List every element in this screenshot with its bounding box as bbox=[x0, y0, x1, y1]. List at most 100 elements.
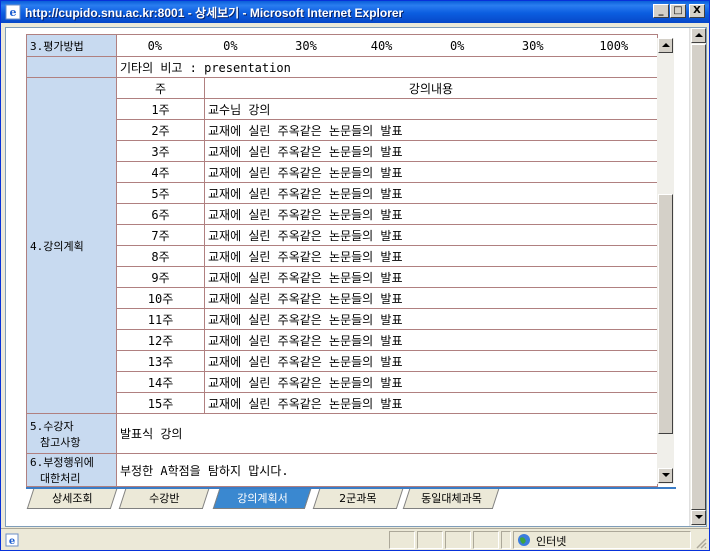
plan-label: 4.강의계획 bbox=[26, 77, 117, 414]
content-cell: 교재에 실린 주옥같은 논문들의 발표 bbox=[204, 224, 658, 246]
misconduct-label: 6.부정행위에 대한처리 bbox=[26, 453, 117, 487]
plan-row: 3주 교재에 실린 주옥같은 논문들의 발표 bbox=[27, 140, 658, 162]
misconduct-row: 6.부정행위에 대한처리 부정한 A학점을 탐하지 맙시다. bbox=[26, 453, 658, 487]
status-bar: e 인터넷 bbox=[1, 528, 709, 550]
window-title: http://cupido.snu.ac.kr:8001 - 상세보기 - Mi… bbox=[25, 6, 404, 20]
zone-cell: 인터넷 bbox=[513, 531, 691, 549]
minimize-button[interactable]: _ bbox=[653, 4, 669, 18]
plan-row: 14주 교재에 실린 주옥같은 논문들의 발표 bbox=[27, 371, 658, 393]
week-cell: 12주 bbox=[116, 329, 205, 351]
maximize-button[interactable]: □ bbox=[670, 4, 686, 18]
resize-grip-icon[interactable] bbox=[695, 537, 707, 549]
scroll-down-icon bbox=[662, 473, 670, 477]
week-cell: 13주 bbox=[116, 350, 205, 372]
evaluation-note: 기타의 비고 : presentation bbox=[116, 56, 658, 78]
content-cell: 교재에 실린 주옥같은 논문들의 발표 bbox=[204, 350, 658, 372]
svg-text:e: e bbox=[10, 6, 17, 19]
plan-header-row: 4.강의계획 주 강의내용 bbox=[26, 77, 658, 414]
tab-group2[interactable]: 2군과목 bbox=[312, 489, 404, 509]
week-cell: 11주 bbox=[116, 308, 205, 330]
scroll-up-icon bbox=[662, 43, 670, 47]
content-cell: 교재에 실린 주옥같은 논문들의 발표 bbox=[204, 392, 658, 414]
plan-row: 5주 교재에 실린 주옥같은 논문들의 발표 bbox=[27, 182, 658, 204]
notes-row: 5.수강자 참고사항 발표식 강의 bbox=[26, 413, 658, 454]
content-cell: 교재에 실린 주옥같은 논문들의 발표 bbox=[204, 266, 658, 288]
tab-bar: 상세조회 수강반 강의계획서 2군과목 동일대체과목 bbox=[26, 487, 676, 509]
tab-detail[interactable]: 상세조회 bbox=[26, 489, 118, 509]
status-cell bbox=[389, 531, 415, 549]
week-cell: 4주 bbox=[116, 161, 205, 183]
evaluation-value: 30% bbox=[521, 38, 544, 53]
misconduct-label-line1: 6.부정행위에 bbox=[30, 456, 94, 469]
status-cell bbox=[473, 531, 499, 549]
week-cell: 2주 bbox=[116, 119, 205, 141]
notes-value: 발표식 강의 bbox=[116, 413, 658, 454]
scroll-down-icon bbox=[695, 515, 703, 519]
plan-row: 11주 교재에 실린 주옥같은 논문들의 발표 bbox=[27, 308, 658, 330]
plan-row: 1주 교수님 강의 bbox=[27, 98, 658, 120]
inner-scrollbar[interactable] bbox=[657, 38, 674, 484]
plan-row: 7주 교재에 실린 주옥같은 논문들의 발표 bbox=[27, 224, 658, 246]
scroll-up-icon bbox=[695, 33, 703, 37]
content-cell: 교재에 실린 주옥같은 논문들의 발표 bbox=[204, 161, 658, 183]
content-cell: 교재에 실린 주옥같은 논문들의 발표 bbox=[204, 203, 658, 225]
browser-window: e http://cupido.snu.ac.kr:8001 - 상세보기 - … bbox=[0, 0, 710, 551]
tab-class[interactable]: 수강반 bbox=[118, 489, 210, 509]
week-cell: 8주 bbox=[116, 245, 205, 267]
week-column-header: 주 bbox=[116, 77, 205, 99]
plan-row: 13주 교재에 실린 주옥같은 논문들의 발표 bbox=[27, 350, 658, 372]
outer-scroll-down-button[interactable] bbox=[691, 510, 706, 525]
content-cell: 교재에 실린 주옥같은 논문들의 발표 bbox=[204, 245, 658, 267]
misconduct-label-line2: 대한처리 bbox=[40, 472, 81, 485]
content-cell: 교재에 실린 주옥같은 논문들의 발표 bbox=[204, 140, 658, 162]
page-content: 3.평가방법 0% 0% 30% 40% 0% 30% 100% 기타의 비고 … bbox=[6, 28, 690, 487]
close-button[interactable]: X bbox=[689, 4, 705, 18]
browser-viewport: 3.평가방법 0% 0% 30% 40% 0% 30% 100% 기타의 비고 … bbox=[5, 27, 707, 527]
week-cell: 10주 bbox=[116, 287, 205, 309]
content-cell: 교재에 실린 주옥같은 논문들의 발표 bbox=[204, 371, 658, 393]
content-cell: 교재에 실린 주옥같은 논문들의 발표 bbox=[204, 287, 658, 309]
week-cell: 14주 bbox=[116, 371, 205, 393]
outer-scroll-thumb[interactable] bbox=[691, 44, 706, 510]
outer-scroll-up-button[interactable] bbox=[691, 28, 706, 43]
status-cell bbox=[417, 531, 443, 549]
week-cell: 3주 bbox=[116, 140, 205, 162]
content-column-header: 강의내용 bbox=[204, 77, 658, 99]
internet-explorer-icon: e bbox=[5, 4, 21, 20]
notes-label: 5.수강자 참고사항 bbox=[26, 413, 117, 454]
notes-label-line1: 5.수강자 bbox=[30, 419, 74, 433]
week-cell: 1주 bbox=[116, 98, 205, 120]
svg-text:e: e bbox=[9, 536, 15, 547]
plan-row: 15주 교재에 실린 주옥같은 논문들의 발표 bbox=[27, 392, 658, 414]
inner-scroll-thumb[interactable] bbox=[658, 194, 673, 434]
evaluation-value: 0% bbox=[223, 38, 238, 53]
plan-row: 6주 교재에 실린 주옥같은 논문들의 발표 bbox=[27, 203, 658, 225]
week-cell: 6주 bbox=[116, 203, 205, 225]
evaluation-value: 30% bbox=[295, 38, 317, 53]
plan-row: 4주 교재에 실린 주옥같은 논문들의 발표 bbox=[27, 161, 658, 183]
notes-label-line2: 참고사항 bbox=[40, 435, 81, 449]
evaluation-value: 100% bbox=[599, 38, 629, 53]
evaluation-value: 0% bbox=[449, 38, 465, 53]
status-cell bbox=[501, 531, 511, 549]
plan-row: 10주 교재에 실린 주옥같은 논문들의 발표 bbox=[27, 287, 658, 309]
plan-row: 9주 교재에 실린 주옥같은 논문들의 발표 bbox=[27, 266, 658, 288]
inner-scroll-up-button[interactable] bbox=[658, 38, 673, 53]
status-cell bbox=[445, 531, 471, 549]
plan-row: 8주 교재에 실린 주옥같은 논문들의 발표 bbox=[27, 245, 658, 267]
evaluation-row: 3.평가방법 0% 0% 30% 40% 0% 30% 100% bbox=[26, 34, 658, 57]
title-bar[interactable]: e http://cupido.snu.ac.kr:8001 - 상세보기 - … bbox=[1, 1, 709, 23]
evaluation-value: 40% bbox=[370, 38, 393, 53]
inner-scroll-down-button[interactable] bbox=[658, 468, 673, 483]
week-cell: 7주 bbox=[116, 224, 205, 246]
zone-label: 인터넷 bbox=[536, 535, 567, 548]
tab-equivalent[interactable]: 동일대체과목 bbox=[402, 489, 500, 509]
evaluation-label: 3.평가방법 bbox=[26, 34, 117, 57]
outer-scrollbar[interactable] bbox=[689, 28, 706, 526]
syllabus-table: 3.평가방법 0% 0% 30% 40% 0% 30% 100% 기타의 비고 … bbox=[26, 34, 658, 487]
content-cell: 교재에 실린 주옥같은 논문들의 발표 bbox=[204, 119, 658, 141]
content-cell: 교재에 실린 주옥같은 논문들의 발표 bbox=[204, 182, 658, 204]
tab-syllabus[interactable]: 강의계획서 bbox=[212, 489, 312, 509]
week-cell: 15주 bbox=[116, 392, 205, 414]
content-cell: 교재에 실린 주옥같은 논문들의 발표 bbox=[204, 308, 658, 330]
